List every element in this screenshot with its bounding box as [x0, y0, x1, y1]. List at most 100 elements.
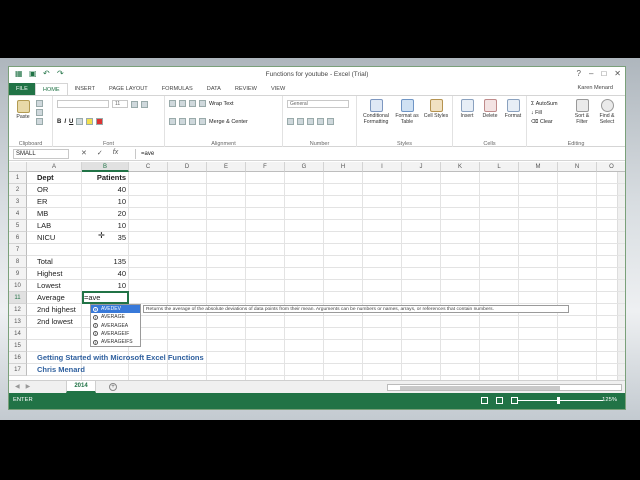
fill-button[interactable]: ↓ Fill: [531, 109, 558, 118]
font-color-icon[interactable]: [96, 118, 104, 125]
cell-a6[interactable]: NICU: [37, 232, 55, 244]
delete-cells-button[interactable]: Delete: [480, 99, 500, 119]
column-header-b[interactable]: B: [82, 162, 129, 172]
cell-styles-button[interactable]: Cell Styles: [423, 99, 449, 119]
bold-icon[interactable]: B: [57, 119, 61, 125]
tab-view[interactable]: VIEW: [264, 83, 292, 95]
horizontal-scroll-thumb[interactable]: [400, 386, 560, 390]
cell-a9[interactable]: Highest: [37, 268, 62, 280]
cell-b11[interactable]: =ave: [84, 292, 100, 304]
tab-file[interactable]: FILE: [9, 83, 35, 95]
column-header-c[interactable]: C: [129, 162, 168, 172]
insert-function-icon[interactable]: fx: [113, 149, 118, 157]
column-header-l[interactable]: L: [480, 162, 519, 172]
column-header-k[interactable]: K: [441, 162, 480, 172]
autocomplete-item-average[interactable]: f AVERAGE: [91, 313, 140, 321]
cell-a16[interactable]: Getting Started with Microsoft Excel Fun…: [37, 352, 204, 364]
enter-icon[interactable]: ✓: [97, 149, 103, 157]
formula-input[interactable]: =ave: [135, 149, 621, 159]
wrap-text-button[interactable]: Wrap Text: [209, 101, 234, 107]
insert-cells-button[interactable]: Insert: [457, 99, 477, 119]
align-left-icon[interactable]: [169, 118, 176, 125]
row-header-12[interactable]: 12: [9, 304, 27, 316]
shrink-font-icon[interactable]: [141, 100, 148, 108]
cell-a5[interactable]: LAB: [37, 220, 51, 232]
cell-b9[interactable]: 40: [82, 268, 126, 280]
cell-b10[interactable]: 10: [82, 280, 126, 292]
row-header-4[interactable]: 4: [9, 208, 27, 220]
column-header-g[interactable]: G: [285, 162, 324, 172]
page-layout-view-icon[interactable]: [496, 397, 503, 404]
row-header-7[interactable]: 7: [9, 244, 27, 256]
row-header-15[interactable]: 15: [9, 340, 27, 352]
grow-font-icon[interactable]: [131, 100, 138, 108]
cell-a13[interactable]: 2nd lowest: [37, 316, 73, 328]
copy-icon[interactable]: [36, 109, 43, 116]
name-box[interactable]: SMALL: [13, 149, 69, 159]
indent-icon[interactable]: [199, 118, 206, 125]
cell-a1[interactable]: Dept: [37, 172, 54, 184]
clear-button[interactable]: ⌫ Clear: [531, 118, 558, 127]
orientation-icon[interactable]: [199, 100, 206, 107]
autocomplete-item-averageif[interactable]: f AVERAGEIF: [91, 330, 140, 338]
tab-review[interactable]: REVIEW: [228, 83, 264, 95]
cell-a4[interactable]: MB: [37, 208, 48, 220]
row-header-11[interactable]: 11: [9, 292, 27, 304]
cut-icon[interactable]: [36, 100, 43, 107]
column-header-n[interactable]: N: [558, 162, 597, 172]
italic-icon[interactable]: I: [64, 119, 66, 125]
sort-filter-button[interactable]: Sort & Filter: [571, 99, 593, 125]
user-name[interactable]: Karen Menard: [578, 85, 613, 91]
merge-center-button[interactable]: Merge & Center: [209, 119, 248, 125]
cell-b2[interactable]: 40: [82, 184, 126, 196]
row-header-1[interactable]: 1: [9, 172, 27, 184]
column-header-m[interactable]: M: [519, 162, 558, 172]
zoom-level[interactable]: 125%: [602, 397, 617, 403]
format-cells-button[interactable]: Format: [503, 99, 523, 119]
select-all-corner[interactable]: [9, 162, 27, 172]
normal-view-icon[interactable]: [481, 397, 488, 404]
cell-b8[interactable]: 135: [82, 256, 126, 268]
tab-page-layout[interactable]: PAGE LAYOUT: [102, 83, 155, 95]
align-center-icon[interactable]: [179, 118, 186, 125]
find-select-button[interactable]: Find & Select: [595, 99, 619, 125]
column-header-f[interactable]: F: [246, 162, 285, 172]
row-header-16[interactable]: 16: [9, 352, 27, 364]
paste-button[interactable]: Paste: [14, 100, 32, 120]
align-right-icon[interactable]: [189, 118, 196, 125]
tab-home[interactable]: HOME: [34, 83, 68, 95]
cell-b1[interactable]: Patients: [82, 172, 126, 184]
minimize-icon[interactable]: –: [589, 69, 593, 78]
percent-icon[interactable]: [297, 118, 304, 125]
column-header-o[interactable]: O: [597, 162, 625, 172]
horizontal-scrollbar[interactable]: [387, 384, 622, 391]
underline-icon[interactable]: U: [69, 119, 73, 125]
zoom-slider[interactable]: [517, 397, 603, 404]
close-icon[interactable]: ✕: [614, 69, 621, 78]
vertical-scrollbar[interactable]: [617, 172, 625, 380]
prev-sheet-icon[interactable]: ◀: [15, 383, 20, 390]
row-header-9[interactable]: 9: [9, 268, 27, 280]
column-header-h[interactable]: H: [324, 162, 363, 172]
column-header-i[interactable]: I: [363, 162, 402, 172]
autocomplete-item-averagea[interactable]: f AVERAGEA: [91, 322, 140, 330]
format-painter-icon[interactable]: [36, 118, 43, 125]
cell-a17[interactable]: Chris Menard: [37, 364, 85, 376]
next-sheet-icon[interactable]: ▶: [26, 383, 31, 390]
comma-icon[interactable]: [307, 118, 314, 125]
column-header-d[interactable]: D: [168, 162, 207, 172]
row-header-14[interactable]: 14: [9, 328, 27, 340]
cancel-icon[interactable]: ✕: [81, 149, 87, 157]
align-bottom-icon[interactable]: [189, 100, 196, 107]
worksheet-grid[interactable]: A B C D E F G H I J K L M N O 1 2 3 4 5 6 7 8 9 10 11 12 13 14 15 16 17…: [9, 162, 625, 380]
cell-a10[interactable]: Lowest: [37, 280, 61, 292]
help-icon[interactable]: ?: [577, 69, 581, 78]
row-header-5[interactable]: 5: [9, 220, 27, 232]
cell-b3[interactable]: 10: [82, 196, 126, 208]
row-header-2[interactable]: 2: [9, 184, 27, 196]
autocomplete-item-averageifs[interactable]: f AVERAGEIFS: [91, 338, 140, 346]
row-header-13[interactable]: 13: [9, 316, 27, 328]
row-header-10[interactable]: 10: [9, 280, 27, 292]
column-header-a[interactable]: A: [27, 162, 82, 172]
column-header-e[interactable]: E: [207, 162, 246, 172]
